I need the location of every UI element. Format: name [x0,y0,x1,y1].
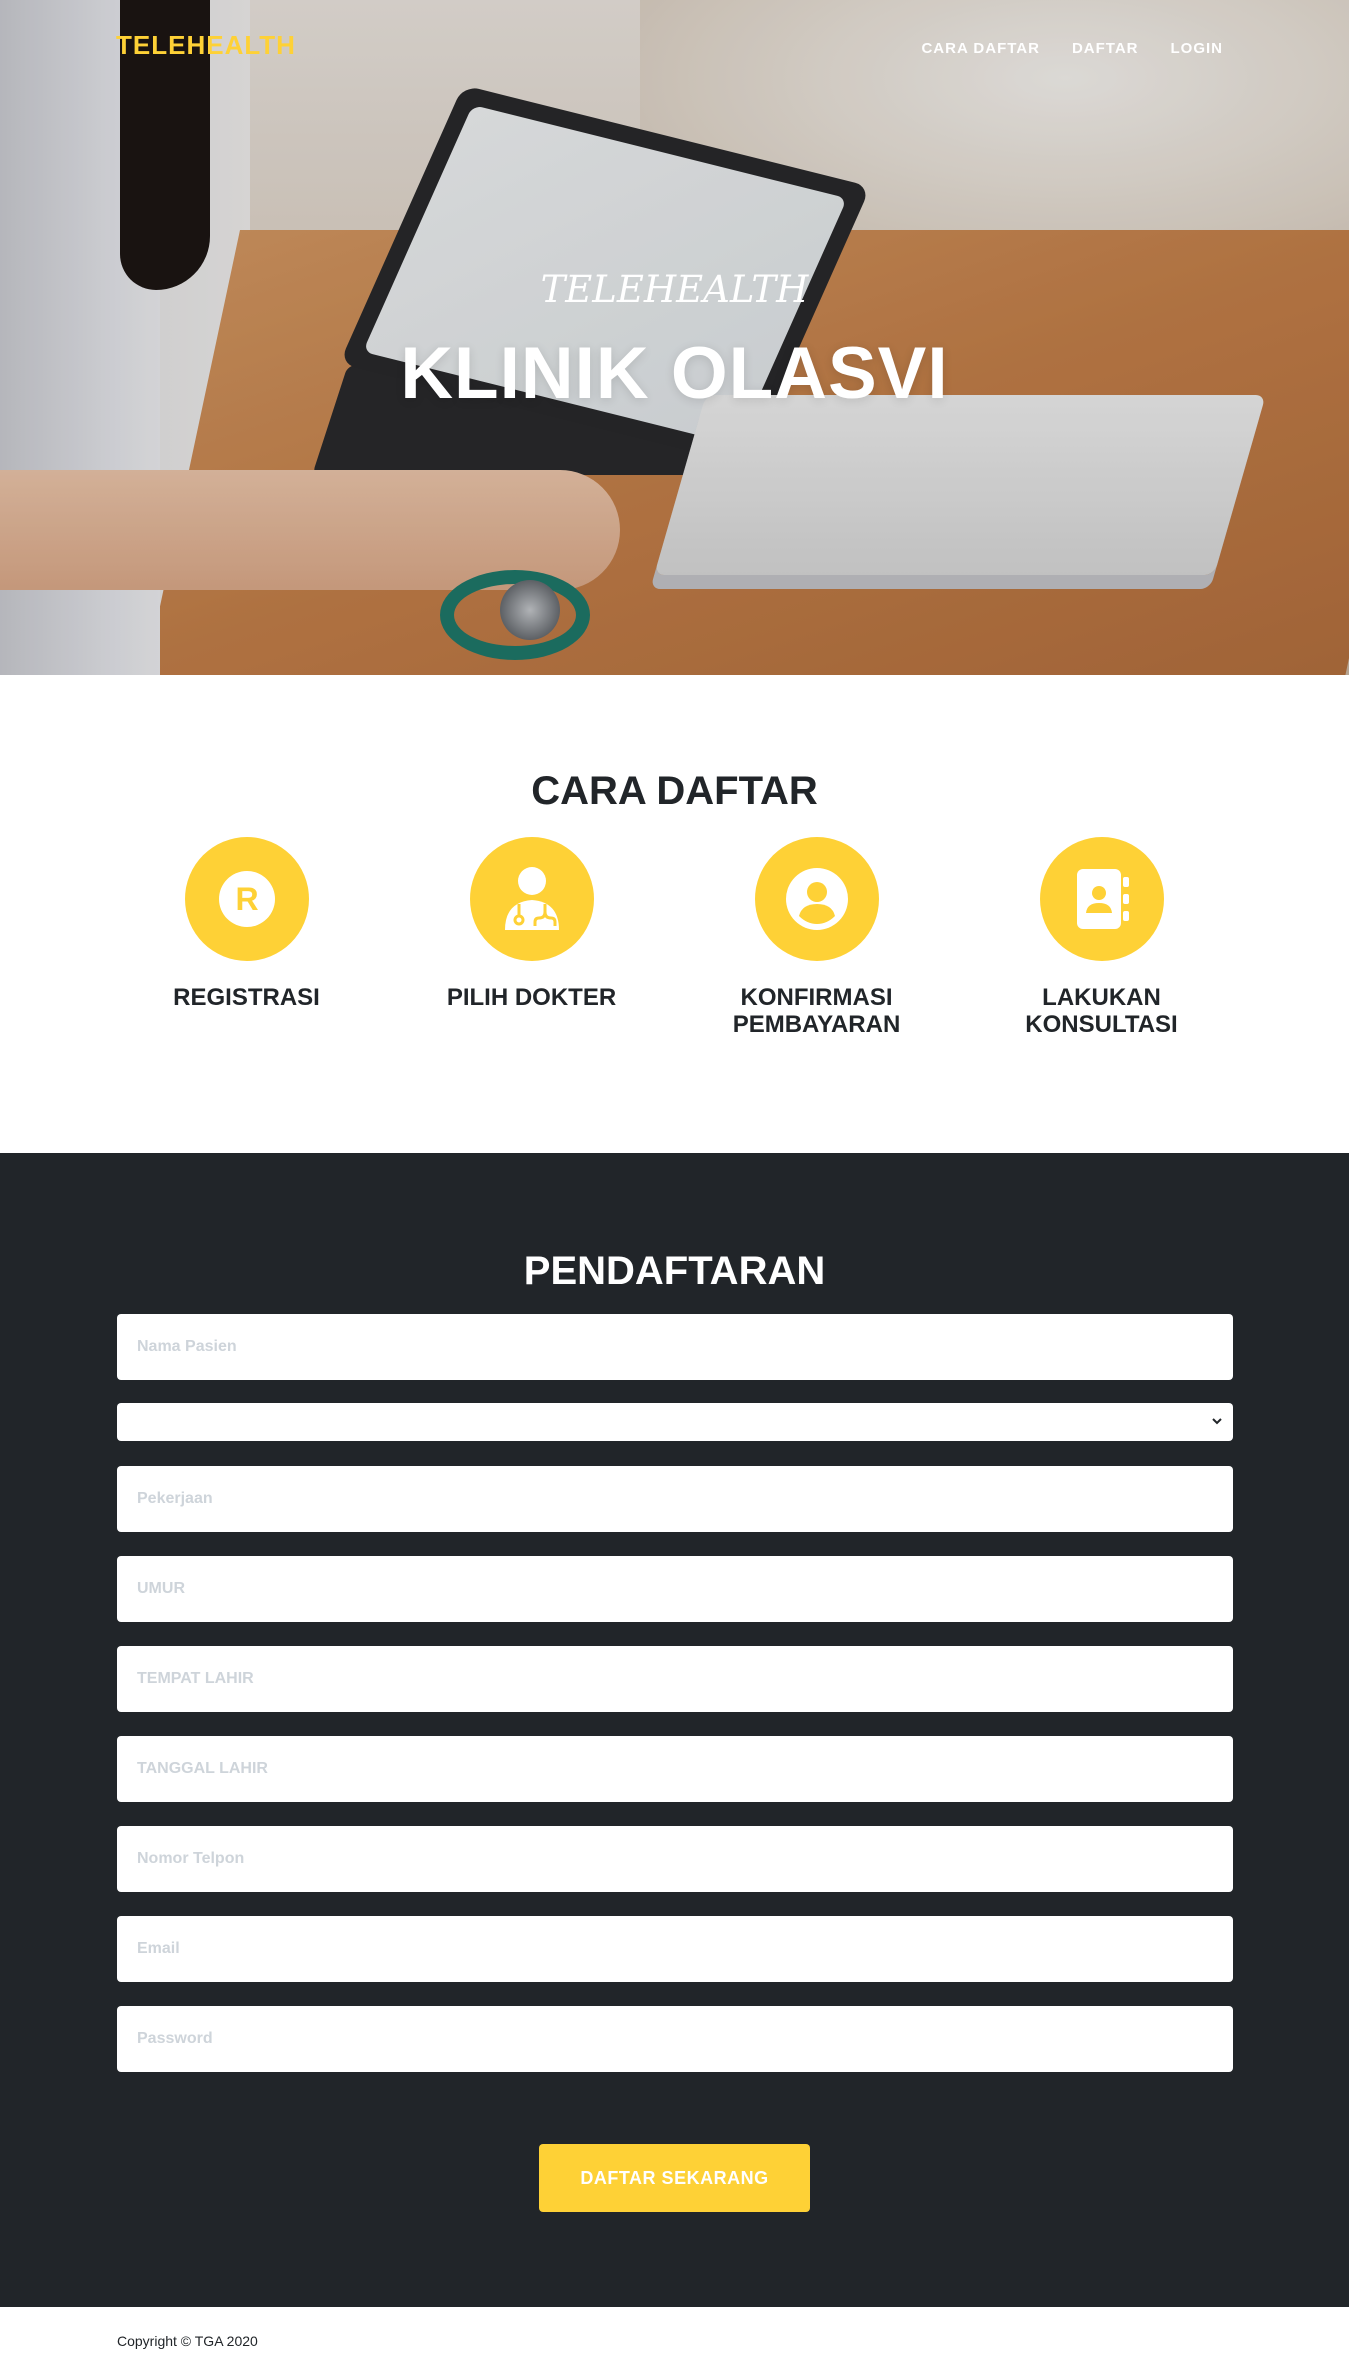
steps-title: CARA DAFTAR [531,769,818,813]
nav-menu: CARA DAFTAR DAFTAR LOGIN [921,40,1223,57]
nav-item-login[interactable]: LOGIN [1171,40,1224,57]
daftar-sekarang-button[interactable]: DAFTAR SEKARANG [539,2144,810,2212]
steps-list: R REGISTRASI PILIH DOKTER KONFIRMASI PEM… [104,837,1245,1039]
step-lakukan-konsultasi: LAKUKAN KONSULTASI [959,837,1244,1039]
step-label: PILIH DOKTER [446,984,617,1011]
step-registrasi: R REGISTRASI [104,837,389,1039]
email-input[interactable] [117,1916,1233,1982]
registration-section: PENDAFTARAN DAFTAR SEKARANG [0,1153,1349,2307]
umur-input[interactable] [117,1556,1233,1622]
step-label: KONFIRMASI PEMBAYARAN [732,984,901,1038]
brand-logo[interactable]: TELEHEALTH [116,30,296,61]
doctor-icon [469,837,594,961]
nav-item-daftar[interactable]: DAFTAR [1072,40,1139,57]
step-label: REGISTRASI [173,984,320,1011]
step-label: LAKUKAN KONSULTASI [1025,984,1178,1038]
pekerjaan-input[interactable] [117,1466,1233,1532]
hero-subtitle: TELEHEALTH [540,268,809,311]
steps-section: CARA DAFTAR R REGISTRASI PILIH DOKTER KO… [0,675,1349,1153]
footer: Copyright © TGA 2020 [0,2307,1349,2378]
user-circle-icon [754,837,879,961]
nomor-telpon-input[interactable] [117,1826,1233,1892]
tanggal-lahir-input[interactable] [117,1736,1233,1802]
address-book-icon [1039,837,1164,961]
gender-select[interactable] [117,1403,1233,1441]
hero-section: TELEHEALTH CARA DAFTAR DAFTAR LOGIN TELE… [0,0,1349,675]
registered-icon: R [184,837,309,961]
chevron-down-icon [1212,1418,1222,1425]
step-pilih-dokter: PILIH DOKTER [389,837,674,1039]
registration-title: PENDAFTARAN [523,1249,826,1293]
tempat-lahir-input[interactable] [117,1646,1233,1712]
svg-text:R: R [235,881,258,917]
step-konfirmasi-pembayaran: KONFIRMASI PEMBAYARAN [674,837,959,1039]
copyright-text: Copyright © TGA 2020 [117,2333,258,2349]
hero-title: KLINIK OLASVI [400,333,949,414]
nav-item-cara-daftar[interactable]: CARA DAFTAR [921,40,1039,57]
navbar: TELEHEALTH CARA DAFTAR DAFTAR LOGIN [0,0,1349,98]
password-input[interactable] [117,2006,1233,2072]
nama-pasien-input[interactable] [117,1314,1233,1380]
